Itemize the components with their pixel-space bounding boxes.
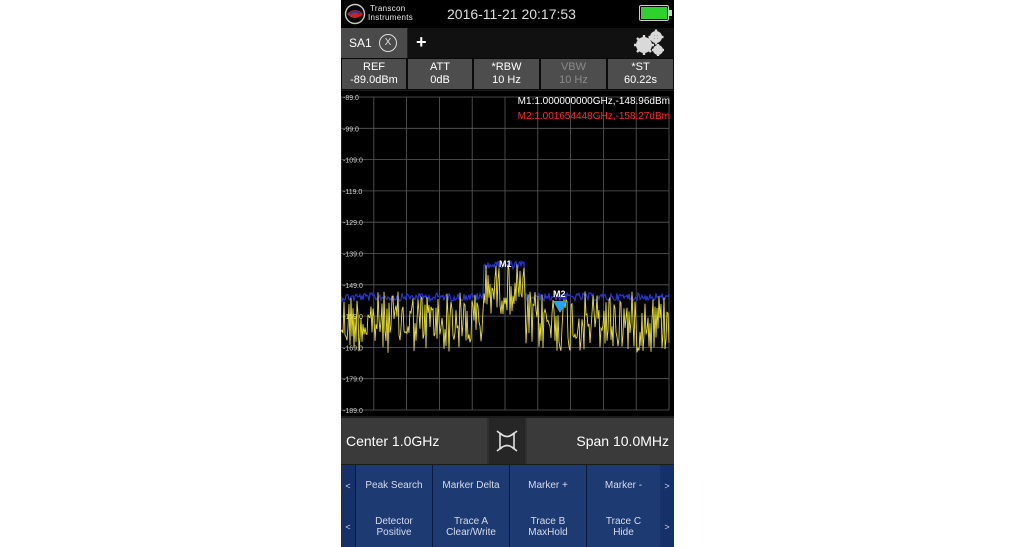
battery-icon: [639, 5, 672, 21]
close-tab-icon[interactable]: X: [379, 34, 397, 52]
trace-c-label: Trace C: [605, 515, 642, 527]
y-axis-label: -129.0: [343, 220, 363, 227]
y-axis-label: -179.0: [343, 377, 363, 384]
page-right-arrow[interactable]: >: [660, 506, 674, 547]
tab-bar: SA1 X +: [341, 28, 674, 58]
y-axis-label: -119.0: [343, 189, 362, 196]
analyzer-screen: Transcon Instruments 2016-11-21 20:17:53…: [341, 0, 674, 547]
span-button[interactable]: Span 10.0MHz: [527, 418, 674, 464]
y-axis-label: -109.0: [343, 158, 363, 165]
detector-label: Detector: [375, 515, 413, 527]
sweep-time-value: 60.22s: [623, 74, 658, 86]
page-left-arrow[interactable]: <: [341, 506, 355, 547]
marker-m1-label: M1: [499, 259, 512, 269]
marker-minus-button[interactable]: Marker -: [586, 465, 660, 506]
vbw-button[interactable]: VBW 10 Hz: [541, 59, 606, 89]
sweep-time-button[interactable]: *ST 60.22s: [608, 59, 673, 89]
trace-a-label: Trace A: [453, 515, 489, 527]
ref-level-label: REF: [363, 61, 385, 73]
softkey-row-1: < Peak Search Marker Delta Marker + Mark…: [341, 465, 674, 506]
brand-subtitle: Instruments: [368, 13, 414, 22]
marker-m1[interactable]: M1: [499, 259, 512, 269]
y-axis-label: -149.0: [343, 283, 363, 290]
y-axis-label: -99.0: [343, 126, 359, 133]
trace-b-label: Trace B: [530, 515, 566, 527]
y-axis-label: -89.0: [343, 95, 359, 102]
settings-gear-icon[interactable]: [631, 28, 667, 58]
parameter-bar: REF -89.0dBm ATT 0dB *RBW 10 Hz VBW 10 H…: [341, 58, 674, 90]
peak-search-button[interactable]: Peak Search: [355, 465, 432, 506]
attenuation-button[interactable]: ATT 0dB: [408, 59, 472, 89]
marker-m1-readout: M1:1.000000000GHz,-148.96dBm: [518, 96, 670, 107]
trace-b-button[interactable]: Trace B MaxHold: [509, 506, 586, 547]
detector-button[interactable]: Detector Positive: [355, 506, 432, 547]
ref-level-value: -89.0dBm: [350, 74, 398, 86]
marker-m2-readout: M2:1.001654448GHz,-158.27dBm: [518, 111, 670, 122]
ref-level-button[interactable]: REF -89.0dBm: [342, 59, 406, 89]
marker-m2[interactable]: M2: [553, 289, 567, 313]
plot-grid: [341, 96, 670, 411]
vbw-label: VBW: [560, 61, 587, 73]
marker-m2-label: M2: [553, 289, 566, 299]
brand-name: Transcon: [370, 4, 406, 13]
rbw-value: 10 Hz: [492, 74, 521, 86]
vbw-value: 10 Hz: [559, 74, 588, 86]
trace-a-button[interactable]: Trace A Clear/Write: [432, 506, 509, 547]
page-right-arrow[interactable]: >: [660, 465, 674, 506]
add-tab-button[interactable]: +: [416, 32, 427, 53]
status-bar: Transcon Instruments 2016-11-21 20:17:53: [341, 0, 674, 28]
y-axis-label: -139.0: [343, 252, 363, 259]
swap-icon[interactable]: [489, 418, 525, 464]
softkey-row-2: < Detector Positive Trace A Clear/Write Tr…: [341, 506, 674, 547]
y-axis-label: -189.0: [343, 408, 363, 415]
trace-a-value: Clear/Write: [446, 526, 496, 538]
detector-value: Positive: [376, 526, 412, 538]
attenuation-value: 0dB: [430, 74, 450, 86]
frequency-bar: Center 1.0GHz Span 10.0MHz: [341, 418, 674, 464]
tab-label: SA1: [349, 36, 372, 50]
attenuation-label: ATT: [430, 61, 450, 73]
rbw-label: *RBW: [491, 61, 522, 73]
transcon-logo-icon: [344, 3, 366, 25]
marker-delta-button[interactable]: Marker Delta: [432, 465, 509, 506]
page-left-arrow[interactable]: <: [341, 465, 355, 506]
clock: 2016-11-21 20:17:53: [447, 6, 576, 22]
sweep-time-label: *ST: [631, 61, 650, 73]
trace-c-value: Hide: [613, 526, 634, 538]
y-axis-labels: -89.0 -99.0 -109.0 -119.0 -129.0 -139.0 -149.0…: [343, 95, 363, 415]
spectrum-display[interactable]: -89.0 -99.0 -109.0 -119.0 -129.0 -139.0 -149.0…: [341, 91, 674, 416]
center-frequency-button[interactable]: Center 1.0GHz: [341, 418, 487, 464]
trace-c-button[interactable]: Trace C Hide: [586, 506, 660, 547]
y-axis-label: -169.0: [343, 345, 363, 352]
rbw-button[interactable]: *RBW 10 Hz: [474, 59, 539, 89]
tab-sa1[interactable]: SA1 X: [341, 28, 408, 58]
trace-b-value: MaxHold: [528, 526, 568, 538]
marker-plus-button[interactable]: Marker +: [509, 465, 586, 506]
